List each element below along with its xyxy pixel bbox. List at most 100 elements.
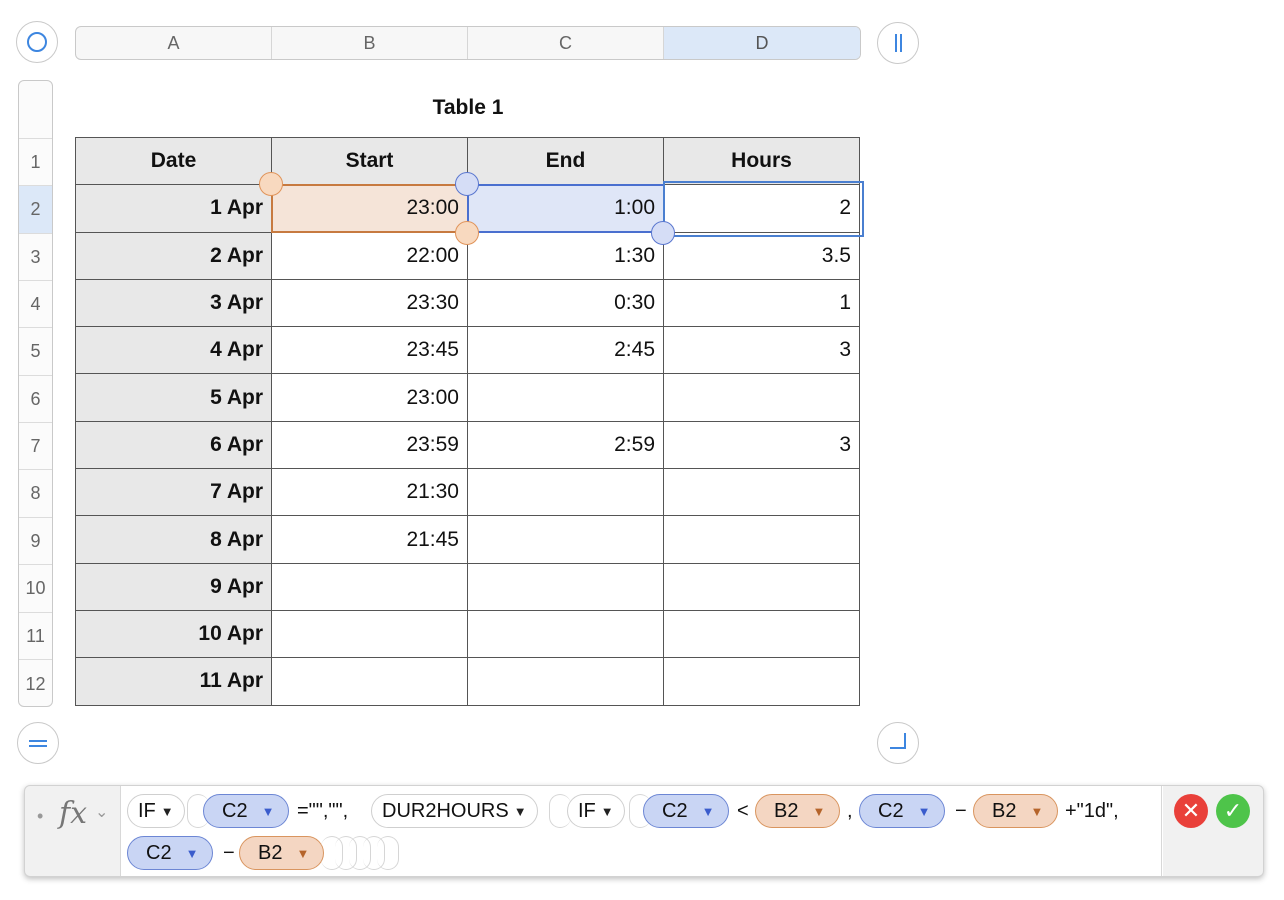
table-select-handle[interactable] (16, 21, 58, 63)
end-cell[interactable]: 2:59 (467, 420, 664, 470)
reference-token-c2[interactable]: C2 ▼ (203, 794, 290, 828)
row-header-5[interactable]: 5 (19, 327, 52, 375)
row-header-12[interactable]: 12 (19, 659, 52, 706)
close-icon: ✕ (1181, 798, 1201, 823)
formula-input[interactable]: IF ▼ C2 ▼ ="","", DUR2HOURS ▼ IF ▼ C2 ▼ < B2 ▼… (121, 786, 1163, 876)
date-cell[interactable]: 1 Apr (75, 184, 272, 233)
reference-token-c2[interactable]: C2 ▼ (859, 794, 946, 828)
row-header-4[interactable]: 4 (19, 280, 52, 327)
hours-cell[interactable] (663, 468, 860, 517)
hours-cell[interactable]: 3 (663, 326, 860, 375)
header-cell-hours[interactable]: Hours (663, 136, 860, 186)
row-header-10[interactable]: 10 (19, 564, 52, 612)
circle-icon (27, 32, 47, 52)
range-handle-b2-top[interactable] (259, 172, 283, 196)
function-token-dur2hours[interactable]: DUR2HOURS ▼ (371, 794, 538, 828)
date-cell[interactable]: 2 Apr (75, 231, 272, 280)
resize-table-handle[interactable] (877, 722, 919, 764)
row-header-9[interactable]: 9 (19, 517, 52, 564)
date-cell[interactable]: 4 Apr (75, 326, 272, 375)
row-header-1[interactable]: 1 (19, 138, 52, 185)
accept-formula-button[interactable]: ✓ (1216, 794, 1250, 828)
row-header-7[interactable]: 7 (19, 422, 52, 469)
hours-cell[interactable]: 3 (663, 420, 860, 470)
hours-cell[interactable] (663, 515, 860, 564)
end-cell[interactable] (467, 468, 664, 517)
start-cell[interactable]: 22:00 (271, 231, 468, 280)
column-header-d[interactable]: D (664, 27, 860, 59)
end-cell[interactable]: 1:30 (467, 231, 664, 280)
column-handle-icon (894, 34, 902, 52)
formula-actions: ✕ ✓ (1161, 786, 1263, 876)
formula-function-menu[interactable]: • fx ⌄ (25, 786, 121, 876)
reference-token-c2[interactable]: C2 ▼ (643, 794, 730, 828)
hours-cell[interactable] (663, 657, 860, 706)
hours-cell[interactable] (663, 609, 860, 659)
header-cell-start[interactable]: Start (271, 136, 468, 186)
column-header-bar: A B C D (75, 26, 861, 60)
date-cell[interactable]: 9 Apr (75, 562, 272, 611)
date-cell[interactable]: 11 Apr (75, 657, 272, 706)
column-header-c[interactable]: C (468, 27, 664, 59)
range-handle-b2-bottom[interactable] (455, 221, 479, 245)
add-column-handle[interactable] (877, 22, 919, 64)
table-row: 4 Apr 23:45 2:45 3 (75, 326, 860, 375)
formula-text: − (955, 800, 967, 822)
end-cell[interactable]: 2:45 (467, 326, 664, 375)
range-handle-c2-bottom[interactable] (651, 221, 675, 245)
start-cell[interactable]: 21:30 (271, 468, 468, 517)
row-header-2[interactable]: 2 (19, 185, 52, 233)
date-cell[interactable]: 5 Apr (75, 373, 272, 422)
end-cell[interactable] (467, 562, 664, 611)
end-cell[interactable] (467, 515, 664, 564)
start-cell[interactable]: 21:45 (271, 515, 468, 564)
row-header-6[interactable]: 6 (19, 375, 52, 422)
reference-token-b2[interactable]: B2 ▼ (239, 836, 325, 870)
row-header-8[interactable]: 8 (19, 469, 52, 517)
start-cell[interactable]: 23:59 (271, 420, 468, 470)
row-header-11[interactable]: 11 (19, 612, 52, 659)
row-header-3[interactable]: 3 (19, 233, 52, 280)
add-row-handle[interactable] (17, 722, 59, 764)
checkmark-icon: ✓ (1223, 798, 1243, 823)
reference-token-b2[interactable]: B2 ▼ (755, 794, 841, 828)
table-title[interactable]: Table 1 (75, 96, 861, 120)
dropdown-triangle-icon: ▼ (261, 803, 275, 819)
function-token-if[interactable]: IF ▼ (567, 794, 625, 828)
start-cell[interactable] (271, 657, 468, 706)
table-row: 6 Apr 23:59 2:59 3 (75, 420, 860, 470)
start-cell[interactable]: 23:30 (271, 278, 468, 328)
end-cell[interactable] (467, 657, 664, 706)
end-cell[interactable] (467, 609, 664, 659)
header-cell-date[interactable]: Date (75, 136, 272, 186)
formula-text: ="","", (297, 800, 349, 822)
end-cell[interactable] (467, 373, 664, 422)
hours-cell[interactable] (663, 373, 860, 422)
date-cell[interactable]: 10 Apr (75, 609, 272, 659)
header-cell-end[interactable]: End (467, 136, 664, 186)
reference-token-c2[interactable]: C2 ▼ (127, 836, 214, 870)
hours-cell[interactable]: 1 (663, 278, 860, 328)
cancel-formula-button[interactable]: ✕ (1174, 794, 1208, 828)
start-cell[interactable] (271, 562, 468, 611)
start-cell[interactable]: 23:45 (271, 326, 468, 375)
date-cell[interactable]: 8 Apr (75, 515, 272, 564)
date-cell[interactable]: 3 Apr (75, 278, 272, 328)
range-handle-c2-top[interactable] (455, 172, 479, 196)
hours-cell[interactable]: 3.5 (663, 231, 860, 280)
reference-token-b2[interactable]: B2 ▼ (973, 794, 1059, 828)
token-label: B2 (774, 799, 799, 822)
hours-cell[interactable] (663, 562, 860, 611)
function-token-if[interactable]: IF ▼ (127, 794, 185, 828)
formula-text: +"1d", (1065, 800, 1119, 822)
date-cell[interactable]: 6 Apr (75, 420, 272, 470)
end-cell[interactable]: 0:30 (467, 278, 664, 328)
table-row: 9 Apr (75, 562, 860, 611)
dropdown-triangle-icon: ▼ (185, 845, 199, 861)
start-cell[interactable]: 23:00 (271, 373, 468, 422)
table-row: 7 Apr 21:30 (75, 468, 860, 517)
column-header-b[interactable]: B (272, 27, 468, 59)
column-header-a[interactable]: A (76, 27, 272, 59)
date-cell[interactable]: 7 Apr (75, 468, 272, 517)
start-cell[interactable] (271, 609, 468, 659)
